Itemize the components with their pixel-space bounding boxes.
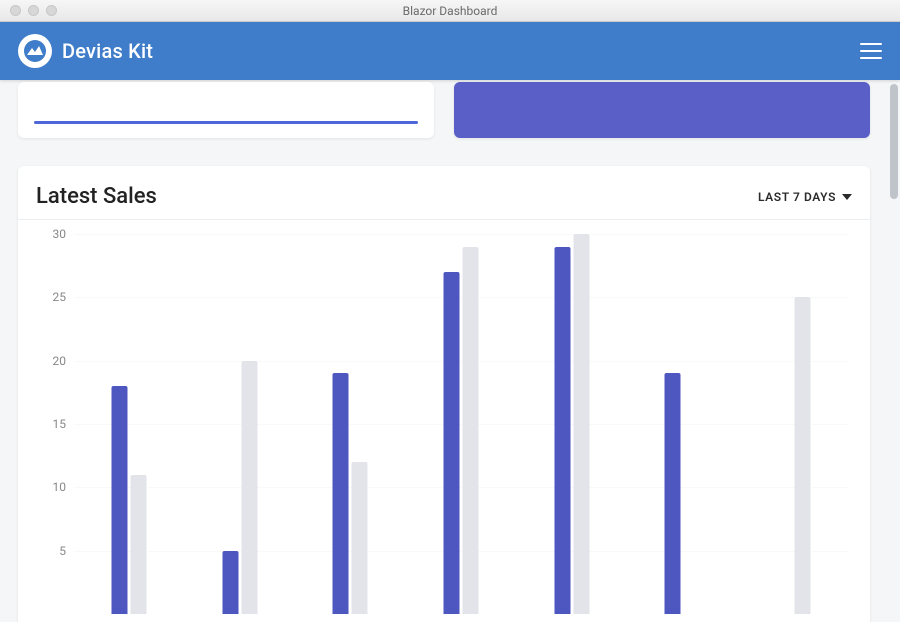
- range-picker[interactable]: LAST 7 DAYS: [758, 190, 852, 204]
- summary-card-accent: [454, 82, 870, 138]
- zoom-icon[interactable]: [46, 5, 57, 16]
- bar-primary: [554, 247, 570, 614]
- bar-group: [665, 373, 700, 614]
- window-titlebar: Blazor Dashboard: [0, 0, 900, 22]
- minimize-icon[interactable]: [28, 5, 39, 16]
- brand-logo-icon: [18, 34, 52, 68]
- bar-secondary: [352, 462, 368, 614]
- close-icon[interactable]: [10, 5, 21, 16]
- bar-primary: [444, 272, 460, 614]
- chevron-down-icon: [842, 194, 852, 200]
- window-title: Blazor Dashboard: [0, 4, 900, 18]
- bar-secondary: [463, 247, 479, 614]
- bar-group: [444, 247, 479, 614]
- brand[interactable]: Devias Kit: [18, 34, 153, 68]
- y-tick-label: 25: [42, 290, 66, 304]
- menu-icon[interactable]: [860, 43, 882, 59]
- y-tick-label: 20: [42, 354, 66, 368]
- bar-secondary: [131, 475, 147, 614]
- bar-secondary: [794, 297, 810, 614]
- progress-bar: [34, 121, 418, 124]
- latest-sales-card: Latest Sales LAST 7 DAYS 51015202530: [18, 166, 870, 622]
- bar-group: [222, 361, 257, 614]
- bar-secondary: [241, 361, 257, 614]
- scrollbar-thumb[interactable]: [890, 84, 898, 199]
- window-traffic-lights: [0, 5, 57, 16]
- y-tick-label: 5: [42, 544, 66, 558]
- range-picker-label: LAST 7 DAYS: [758, 190, 836, 204]
- bar-primary: [665, 373, 681, 614]
- summary-cards-row: [18, 82, 870, 138]
- bar-primary: [222, 551, 238, 614]
- brand-name: Devias Kit: [62, 39, 153, 63]
- y-tick-label: 30: [42, 227, 66, 241]
- chart-title: Latest Sales: [36, 184, 157, 209]
- bar-group: [112, 386, 147, 614]
- page-content: Latest Sales LAST 7 DAYS 51015202530: [0, 80, 888, 622]
- summary-card-progress: [18, 82, 434, 138]
- bar-primary: [333, 373, 349, 614]
- bar-chart: 51015202530: [74, 234, 848, 614]
- app-topbar: Devias Kit: [0, 22, 900, 80]
- y-tick-label: 15: [42, 417, 66, 431]
- bar-group: [554, 234, 589, 614]
- bar-secondary: [573, 234, 589, 614]
- bar-group: [333, 373, 368, 614]
- y-tick-label: 10: [42, 480, 66, 494]
- bar-primary: [112, 386, 128, 614]
- bar-group: [775, 297, 810, 614]
